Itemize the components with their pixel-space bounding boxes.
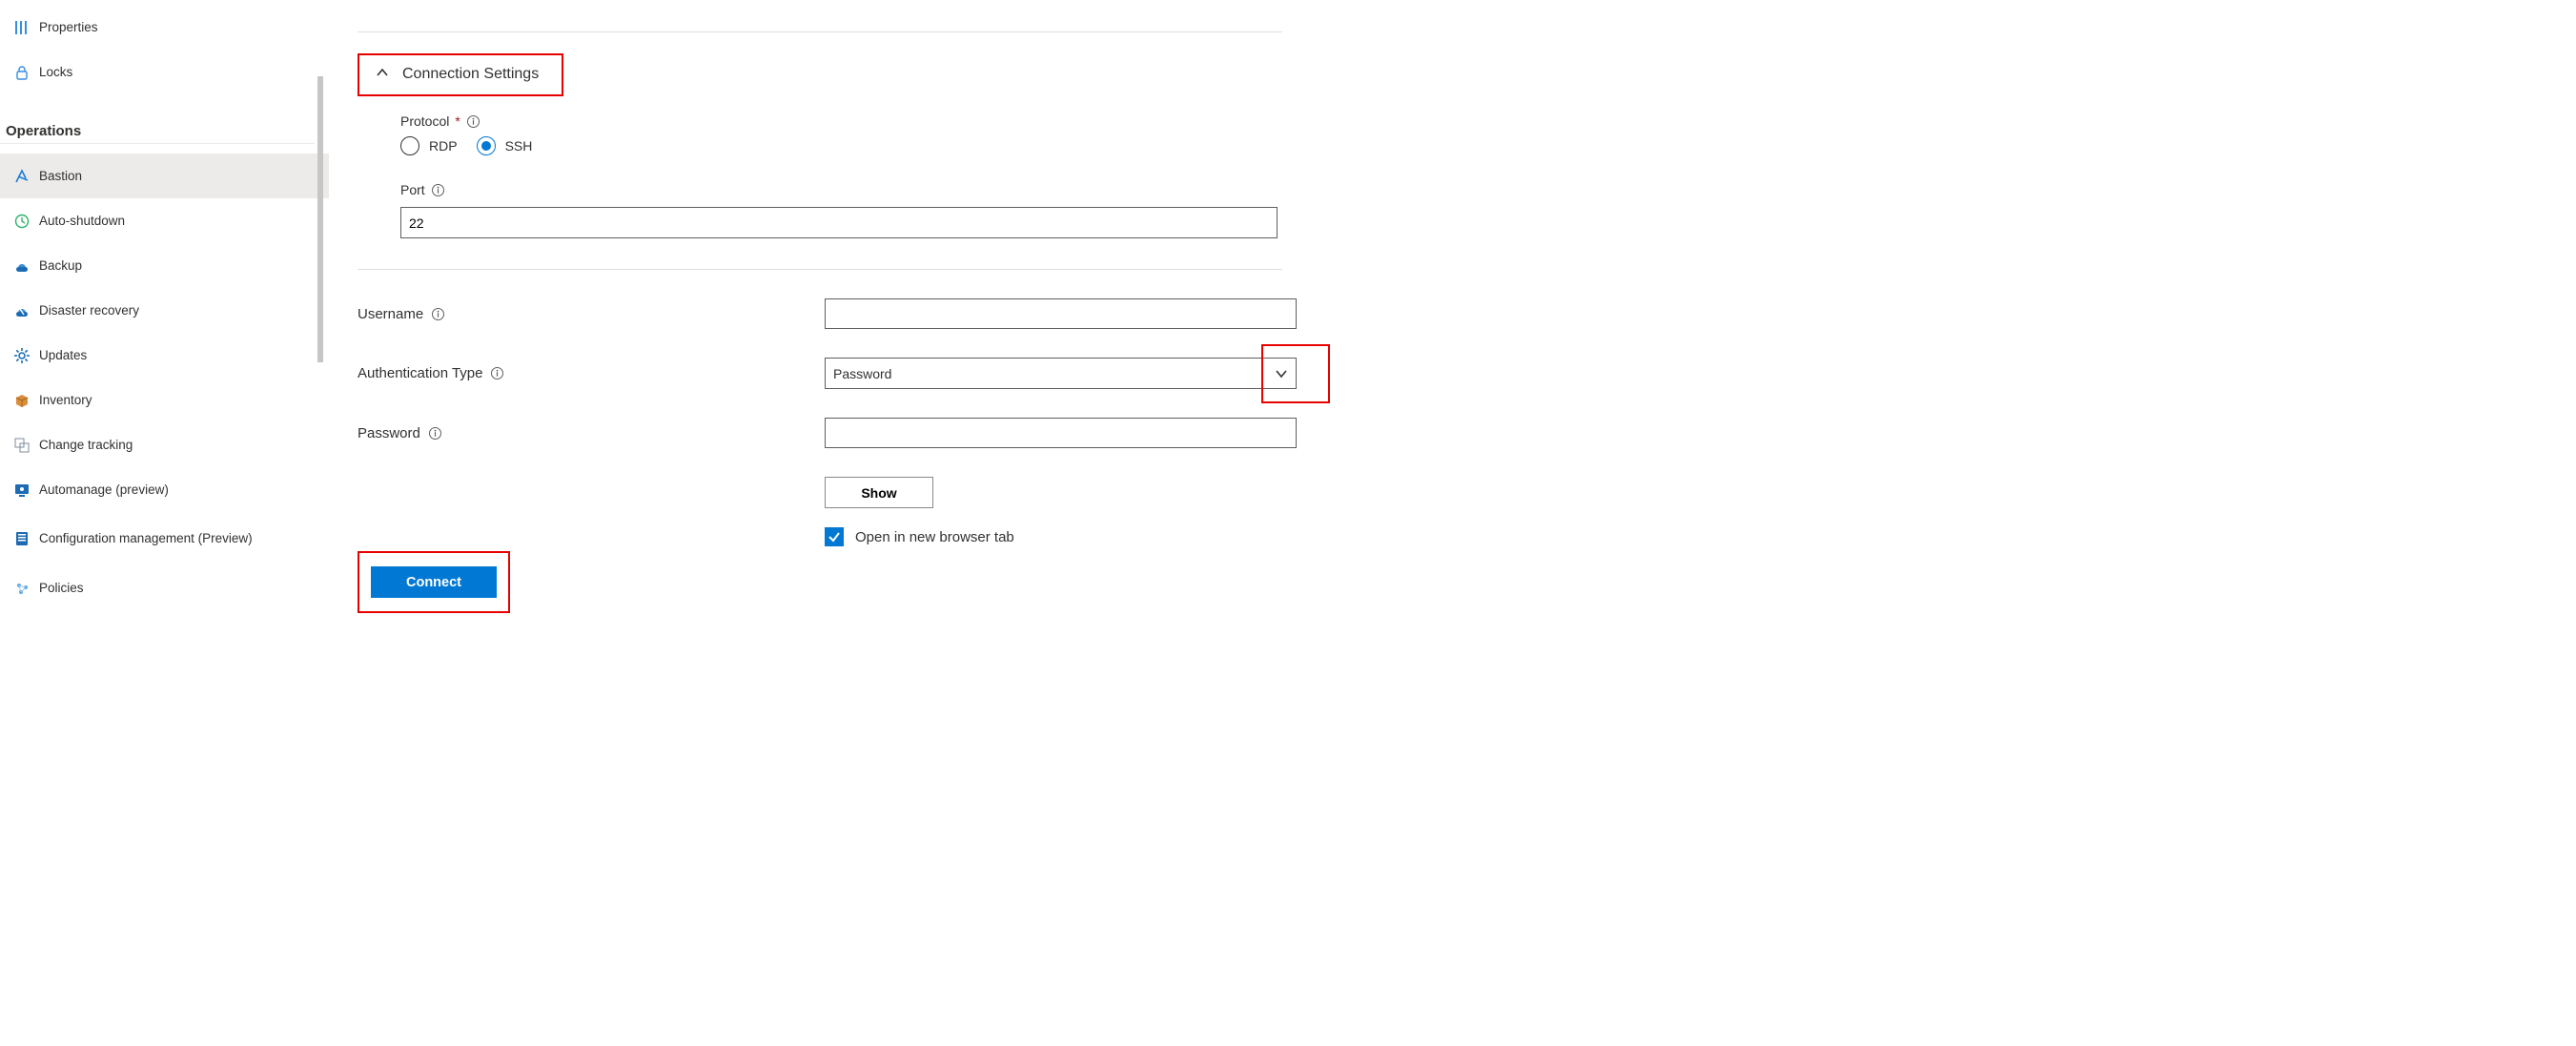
- authtype-label: Authentication Type: [358, 365, 825, 381]
- sidebar-item-label: Updates: [39, 348, 87, 362]
- sidebar-item-label: Automanage (preview): [39, 482, 169, 497]
- section-title: Connection Settings: [402, 66, 539, 83]
- sidebar-item-label: Locks: [39, 65, 72, 79]
- username-input[interactable]: [825, 298, 1297, 329]
- show-button[interactable]: Show: [825, 477, 933, 508]
- sidebar-scrollbar[interactable]: [315, 0, 329, 1046]
- sidebar-item-label: Inventory: [39, 393, 92, 407]
- sidebar-item-autoshutdown[interactable]: Auto-shutdown: [0, 198, 329, 243]
- sidebar-item-label: Bastion: [39, 169, 82, 183]
- sidebar-item-inventory[interactable]: Inventory: [0, 378, 329, 422]
- policies-icon: [10, 580, 34, 597]
- backup-icon: [10, 257, 34, 275]
- automanage-icon: [10, 482, 34, 499]
- open-tab-label: Open in new browser tab: [855, 529, 1014, 545]
- lock-icon: [10, 64, 34, 81]
- top-divider: [358, 31, 1282, 32]
- sidebar-item-policies[interactable]: Policies: [0, 565, 329, 610]
- authtype-value: Password: [833, 366, 891, 381]
- info-icon[interactable]: [431, 183, 445, 197]
- info-icon[interactable]: [490, 366, 504, 380]
- password-label: Password: [358, 425, 825, 441]
- port-label: Port: [400, 182, 2547, 197]
- sidebar-item-automanage[interactable]: Automanage (preview): [0, 467, 329, 512]
- inventory-icon: [10, 392, 34, 409]
- changetracking-icon: [10, 437, 34, 454]
- section-divider: [358, 269, 1282, 270]
- connection-settings-toggle[interactable]: Connection Settings: [358, 53, 2547, 96]
- port-input[interactable]: [400, 207, 1278, 238]
- info-icon[interactable]: [466, 114, 480, 129]
- chevron-up-icon: [376, 66, 389, 79]
- sidebar-group-operations: Operations: [0, 110, 315, 144]
- radio-ssh[interactable]: SSH: [477, 136, 533, 155]
- sidebar-item-configmgmt[interactable]: Configuration management (Preview): [0, 512, 329, 565]
- protocol-label: Protocol *: [400, 113, 2547, 129]
- highlight-box-authtype: [1261, 344, 1330, 403]
- sidebar-item-label: Policies: [39, 581, 84, 595]
- bastion-icon: [10, 168, 34, 185]
- configmgmt-icon: [10, 530, 34, 547]
- sidebar-item-locks[interactable]: Locks: [0, 50, 329, 94]
- clock-icon: [10, 213, 34, 230]
- radio-rdp-label: RDP: [429, 138, 458, 154]
- sidebar-item-updates[interactable]: Updates: [0, 333, 329, 378]
- sidebar: Properties Locks Operations Bastion Auto…: [0, 0, 329, 1046]
- gear-icon: [10, 347, 34, 364]
- username-label: Username: [358, 306, 825, 322]
- disaster-icon: [10, 302, 34, 319]
- highlight-box-connect: Connect: [358, 551, 510, 613]
- connect-button[interactable]: Connect: [371, 566, 497, 598]
- sidebar-item-label: Properties: [39, 20, 98, 34]
- radio-rdp[interactable]: RDP: [400, 136, 458, 155]
- sidebar-item-label: Backup: [39, 258, 82, 273]
- sidebar-item-properties[interactable]: Properties: [0, 5, 329, 50]
- open-tab-checkbox[interactable]: [825, 527, 844, 546]
- sidebar-item-disaster[interactable]: Disaster recovery: [0, 288, 329, 333]
- sidebar-item-backup[interactable]: Backup: [0, 243, 329, 288]
- authtype-select[interactable]: Password: [825, 358, 1297, 389]
- properties-icon: [10, 19, 34, 36]
- main-panel: Connection Settings Protocol * RDP SSH: [329, 0, 2576, 1046]
- info-icon[interactable]: [431, 307, 445, 321]
- sidebar-item-label: Disaster recovery: [39, 303, 139, 318]
- sidebar-item-label: Change tracking: [39, 438, 133, 452]
- password-input[interactable]: [825, 418, 1297, 448]
- sidebar-item-label: Configuration management (Preview): [39, 530, 253, 547]
- sidebar-item-changetracking[interactable]: Change tracking: [0, 422, 329, 467]
- sidebar-item-bastion[interactable]: Bastion: [0, 154, 329, 198]
- sidebar-item-label: Auto-shutdown: [39, 214, 125, 228]
- radio-ssh-label: SSH: [505, 138, 533, 154]
- info-icon[interactable]: [428, 426, 442, 441]
